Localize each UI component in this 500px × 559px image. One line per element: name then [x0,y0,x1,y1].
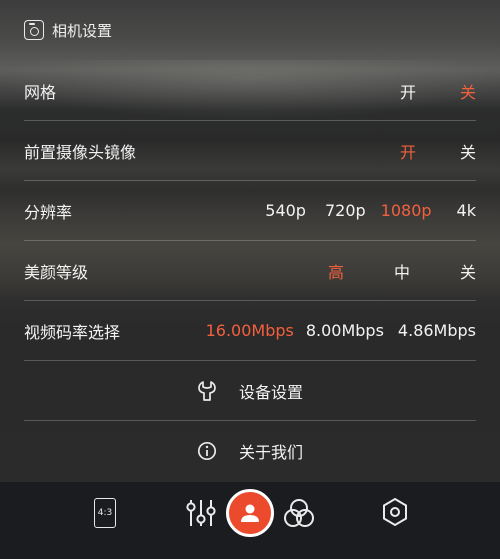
bitrate-option-8[interactable]: 8.00Mbps [306,321,384,340]
bottom-toolbar: 4:3 [0,482,500,559]
about-us-link[interactable]: 关于我们 [24,421,476,481]
setting-row-front-mirror: 前置摄像头镜像 开 关 [24,121,476,181]
grid-option-on[interactable]: 开 [400,79,416,103]
front-mirror-options: 开 关 [400,139,476,163]
device-settings-label: 设备设置 [238,382,303,402]
setting-label-front-mirror: 前置摄像头镜像 [24,142,137,162]
settings-header: 相机设置 [24,18,112,42]
resolution-option-720p[interactable]: 720p [325,201,366,220]
setting-row-grid: 网格 开 关 [24,61,476,121]
settings-hexagon-icon [383,497,407,527]
filters-icon [284,499,314,527]
filters-button[interactable] [282,497,316,529]
grid-options: 开 关 [400,79,476,103]
camera-icon [24,20,44,40]
setting-label-beauty: 美颜等级 [24,262,89,282]
beauty-option-off[interactable]: 关 [460,259,476,283]
resolution-option-1080p[interactable]: 1080p [381,201,432,220]
aspect-ratio-button[interactable]: 4:3 [93,497,117,529]
grid-option-off[interactable]: 关 [460,79,476,103]
aspect-ratio-icon: 4:3 [94,498,116,528]
info-icon [197,441,217,461]
aspect-ratio-label: 4:3 [97,508,113,518]
shutter-button[interactable] [226,489,274,537]
setting-row-resolution: 分辨率 540p 720p 1080p 4k [24,181,476,241]
setting-label-resolution: 分辨率 [24,202,73,222]
resolution-option-540p[interactable]: 540p [265,201,306,220]
settings-title: 相机设置 [52,21,113,40]
adjustments-button[interactable] [185,497,217,529]
bitrate-option-4-86[interactable]: 4.86Mbps [398,321,476,340]
setting-row-bitrate: 视频码率选择 16.00Mbps 8.00Mbps 4.86Mbps [24,301,476,361]
setting-row-beauty: 美颜等级 高 中 关 [24,241,476,301]
front-mirror-option-off[interactable]: 关 [460,139,476,163]
beauty-option-medium[interactable]: 中 [394,259,410,283]
setting-label-grid: 网格 [24,82,57,102]
resolution-option-4k[interactable]: 4k [457,201,476,220]
front-mirror-option-on[interactable]: 开 [400,139,416,163]
resolution-options: 540p 720p 1080p 4k [265,201,476,220]
about-us-label: 关于我们 [238,443,303,462]
bitrate-option-16[interactable]: 16.00Mbps [206,321,294,340]
device-settings-link[interactable]: 设备设置 [24,361,476,421]
wrench-icon [198,380,216,401]
bitrate-options: 16.00Mbps 8.00Mbps 4.86Mbps [206,321,476,340]
beauty-options: 高 中 关 [328,259,476,283]
settings-button[interactable] [380,496,410,528]
person-icon [241,504,259,522]
setting-label-bitrate: 视频码率选择 [24,322,121,342]
beauty-option-high[interactable]: 高 [328,259,344,283]
sliders-icon [186,500,216,526]
